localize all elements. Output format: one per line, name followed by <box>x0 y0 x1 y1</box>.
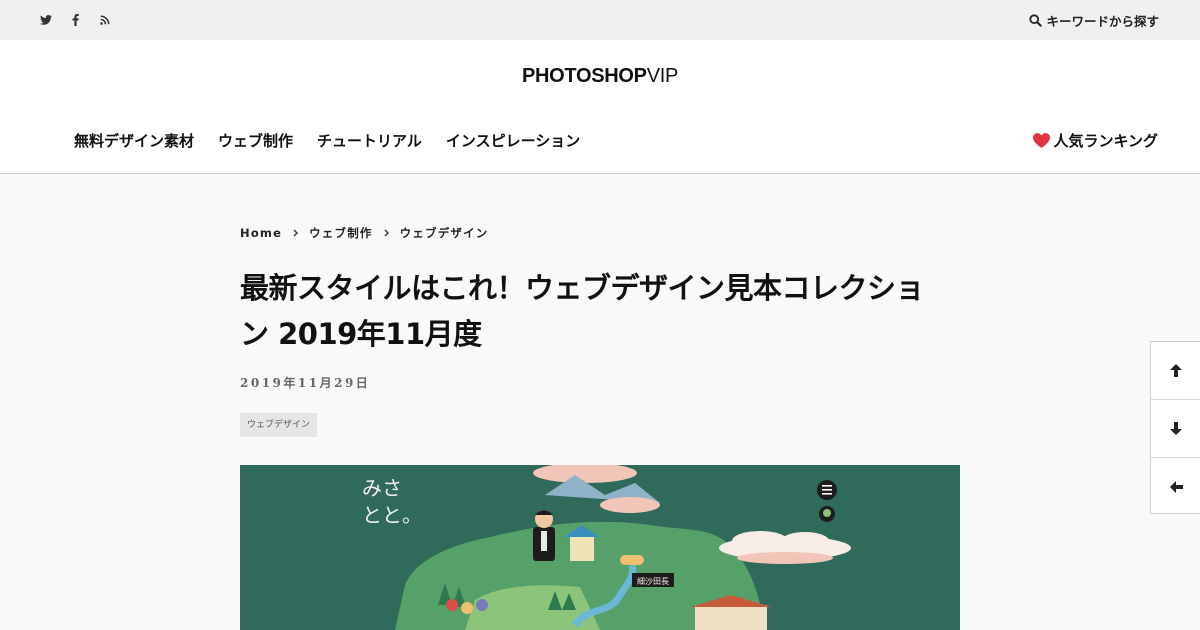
hero-menu-icon <box>817 480 837 500</box>
arrow-up-icon <box>1169 363 1183 378</box>
breadcrumb-web-production[interactable]: ウェブ制作 <box>309 225 373 241</box>
arrow-left-icon <box>1169 480 1184 494</box>
arrow-down-icon <box>1169 421 1183 436</box>
article-date: 2019年11月29日 <box>240 376 371 390</box>
top-bar: キーワードから探す <box>0 0 1200 40</box>
rss-icon[interactable] <box>98 13 112 27</box>
logo-bold-text: PHOTOSHOP <box>521 65 647 87</box>
chevron-right-icon <box>384 229 389 237</box>
article-title: 最新スタイルはこれ！ウェブデザイン見本コレクション 2019年11月度 <box>240 265 962 357</box>
site-header: PHOTOSHOPVIP 無料デザイン素材 ウェブ制作 チュートリアル インスピ… <box>0 40 1200 174</box>
article-title-line-1: 最新スタイルはこれ！ウェブデザイン見本コレクショ <box>240 271 925 305</box>
hero-character-icon <box>819 506 835 522</box>
nav-item-web-production[interactable]: ウェブ制作 <box>218 130 293 151</box>
search-link[interactable]: キーワードから探す <box>1029 12 1159 29</box>
search-icon <box>1029 13 1043 27</box>
article-title-line-2: ン 2019年11月度 <box>240 317 482 351</box>
back-button[interactable] <box>1151 458 1200 515</box>
twitter-icon[interactable] <box>39 13 53 27</box>
ranking-link[interactable]: 人気ランキング <box>1033 130 1158 151</box>
site-logo[interactable]: PHOTOSHOPVIP <box>0 65 1200 88</box>
nav-item-tutorial[interactable]: チュートリアル <box>317 130 422 151</box>
main-nav: 無料デザイン素材 ウェブ制作 チュートリアル インスピレーション <box>74 130 580 151</box>
floating-nav <box>1150 341 1200 514</box>
logo-light-text: VIP <box>646 65 679 87</box>
search-label: キーワードから探す <box>1046 13 1159 29</box>
hero-sign-text: 細沙田長 <box>637 576 669 586</box>
nav-item-inspiration[interactable]: インスピレーション <box>446 130 580 151</box>
ranking-label: 人気ランキング <box>1053 132 1158 150</box>
scroll-top-button[interactable] <box>1151 342 1200 399</box>
breadcrumb-web-design[interactable]: ウェブデザイン <box>400 225 489 241</box>
breadcrumb: Home ウェブ制作 ウェブデザイン <box>240 225 489 241</box>
scroll-bottom-button[interactable] <box>1151 400 1200 457</box>
heart-icon <box>1033 133 1051 148</box>
nav-item-free-design[interactable]: 無料デザイン素材 <box>74 130 194 151</box>
hero-calligraphy-line-2: とと。 <box>362 503 422 527</box>
chevron-right-icon <box>293 229 299 237</box>
hero-image: 細沙田長 みさ とと。 <box>240 465 960 630</box>
hero-calligraphy-line-1: みさ <box>362 476 402 500</box>
breadcrumb-home[interactable]: Home <box>240 226 282 240</box>
facebook-icon[interactable] <box>68 13 82 27</box>
category-tag[interactable]: ウェブデザイン <box>240 413 318 437</box>
